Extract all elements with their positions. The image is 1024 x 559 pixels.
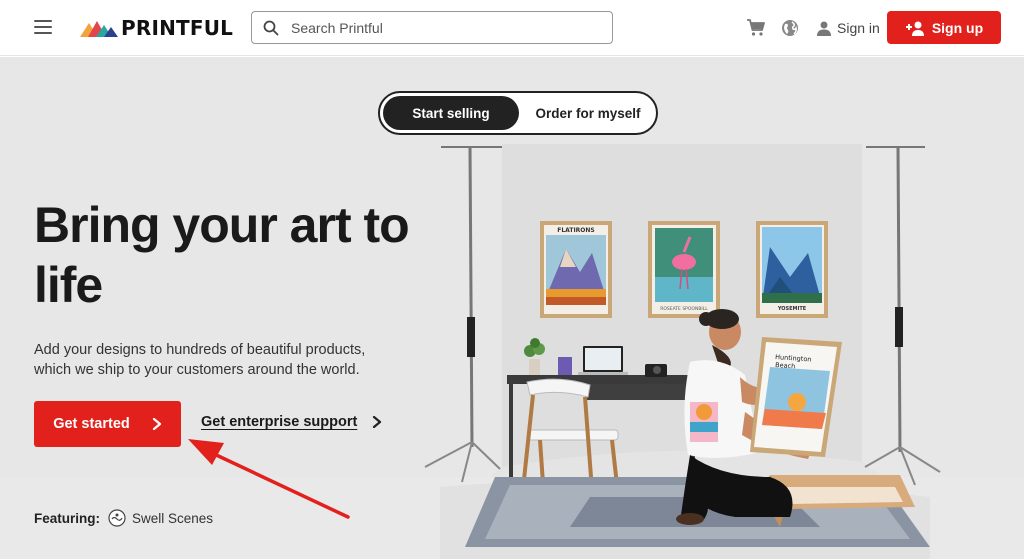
menu-icon[interactable] [34, 20, 52, 34]
sign-in-label: Sign in [837, 20, 880, 36]
sign-up-label: Sign up [931, 19, 984, 36]
get-started-button[interactable]: Get started [34, 401, 181, 447]
svg-text:ROSEATE SPOONBILL: ROSEATE SPOONBILL [660, 306, 708, 312]
add-user-icon [905, 21, 924, 36]
cart-icon[interactable] [746, 18, 766, 38]
featuring-row: Featuring: Swell Scenes [34, 509, 213, 527]
start-selling-tab[interactable]: Start selling [383, 96, 519, 130]
chevron-right-icon [152, 418, 161, 430]
featuring-brand[interactable]: Swell Scenes [132, 511, 213, 526]
featuring-label: Featuring: [34, 510, 100, 526]
top-navbar: PRINTFUL Sign in Sign up [0, 0, 1024, 56]
hero-headline: Bring your art to life [34, 197, 410, 313]
search-box[interactable] [251, 11, 613, 44]
enterprise-support-link[interactable]: Get enterprise support [201, 414, 382, 430]
sign-in-link[interactable]: Sign in [816, 17, 880, 39]
logo-mark-icon [80, 21, 118, 37]
get-started-label: Get started [53, 416, 130, 432]
sign-up-button[interactable]: Sign up [887, 11, 1001, 44]
svg-text:Beach: Beach [775, 361, 796, 370]
svg-text:YOSEMITE: YOSEMITE [777, 306, 807, 312]
printful-logo[interactable]: PRINTFUL [80, 16, 233, 40]
logo-text: PRINTFUL [121, 16, 234, 40]
chevron-right-icon [373, 416, 382, 428]
svg-text:FLATIRONS: FLATIRONS [557, 227, 595, 234]
search-input[interactable] [291, 19, 591, 36]
search-icon [263, 20, 279, 35]
globe-icon[interactable] [780, 18, 800, 38]
swell-scenes-logo-icon [108, 509, 126, 527]
mode-toggle: Start selling Order for myself [378, 91, 658, 135]
user-icon [817, 21, 831, 36]
order-for-myself-tab[interactable]: Order for myself [522, 96, 654, 130]
hero-subtext: Add your designs to hundreds of beautifu… [34, 342, 366, 378]
hero-section: FLATIRONS ROSEATE SPOONBILL YOSEMITE Hun… [0, 57, 1024, 559]
enterprise-support-label: Get enterprise support [201, 414, 358, 430]
